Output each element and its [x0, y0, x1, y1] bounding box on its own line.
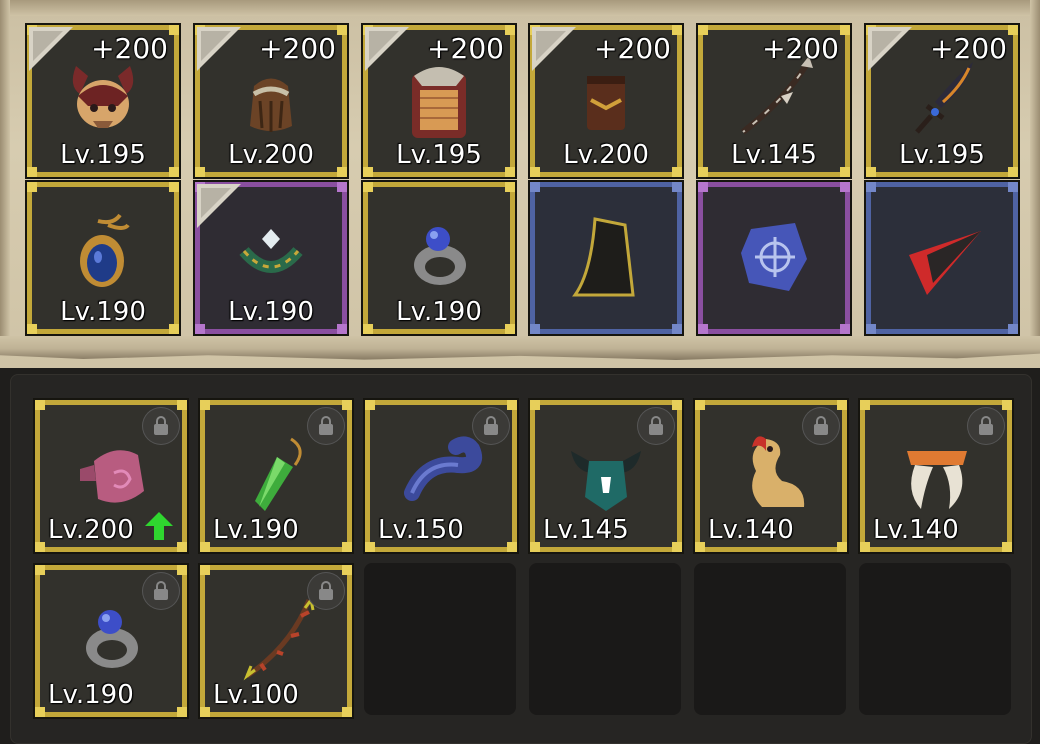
item-level: Lv.200	[563, 140, 649, 170]
equip-slot-ring[interactable]: Lv.190	[361, 180, 517, 336]
lock-icon[interactable]	[472, 407, 510, 445]
lock-icon[interactable]	[967, 407, 1005, 445]
parchment-bottom-edge	[0, 336, 1040, 360]
empty-slot[interactable]	[529, 563, 681, 715]
arrowhead-icon	[897, 203, 987, 299]
equip-slot-necklace[interactable]: Lv.190	[193, 180, 349, 336]
empty-slot[interactable]	[694, 563, 846, 715]
equip-slot-chest[interactable]: +200 Lv.195	[361, 23, 517, 179]
equip-slot-amulet[interactable]: Lv.190	[25, 180, 181, 336]
horn-icon	[396, 421, 486, 517]
equip-slot-arrowhead[interactable]	[864, 180, 1020, 336]
inventory-item[interactable]: Lv.190	[33, 563, 189, 719]
lock-icon[interactable]	[802, 407, 840, 445]
inventory-item[interactable]: Lv.145	[528, 398, 684, 554]
enhance-bonus: +200	[930, 32, 1007, 65]
item-level: Lv.100	[213, 680, 299, 710]
item-level: Lv.190	[396, 297, 482, 327]
inventory-item[interactable]: Lv.140	[858, 398, 1014, 554]
lock-icon[interactable]	[637, 407, 675, 445]
enhance-bonus: +200	[259, 32, 336, 65]
rune-stone-icon	[729, 203, 819, 299]
item-level: Lv.145	[731, 140, 817, 170]
pendulum-icon	[231, 421, 321, 517]
equip-slot-legs[interactable]: +200 Lv.200	[528, 23, 684, 179]
inventory-item[interactable]: Lv.150	[363, 398, 519, 554]
item-level: Lv.195	[60, 140, 146, 170]
item-level: Lv.195	[396, 140, 482, 170]
lock-icon[interactable]	[142, 572, 180, 610]
inventory-item[interactable]: Lv.140	[693, 398, 849, 554]
item-level: Lv.140	[873, 515, 959, 545]
thorn-bow-icon	[231, 586, 321, 682]
dragon-icon	[726, 421, 816, 517]
item-level: Lv.190	[48, 680, 134, 710]
equip-slot-bow[interactable]: +200 Lv.145	[696, 23, 852, 179]
item-level: Lv.140	[708, 515, 794, 545]
equip-slot-dagger[interactable]: +200 Lv.195	[864, 23, 1020, 179]
horned-mask-icon	[561, 421, 651, 517]
cape-icon	[561, 203, 651, 299]
item-level: Lv.195	[899, 140, 985, 170]
amulet-icon	[58, 203, 148, 299]
parchment-top-edge	[0, 0, 1040, 16]
parchment-left-edge	[0, 0, 10, 340]
item-level: Lv.150	[378, 515, 464, 545]
parchment-right-edge	[1030, 0, 1040, 340]
lock-icon[interactable]	[307, 572, 345, 610]
item-level: Lv.145	[543, 515, 629, 545]
empty-slot[interactable]	[859, 563, 1011, 715]
lock-icon[interactable]	[142, 407, 180, 445]
enhance-bonus: +200	[427, 32, 504, 65]
equip-slot-rune[interactable]	[696, 180, 852, 336]
item-level: Lv.200	[228, 140, 314, 170]
inventory-item[interactable]: Lv.200	[33, 398, 189, 554]
empty-slot[interactable]	[364, 563, 516, 715]
item-level: Lv.190	[213, 515, 299, 545]
lock-icon[interactable]	[307, 407, 345, 445]
enhance-bonus: +200	[762, 32, 839, 65]
enhance-bonus: +200	[91, 32, 168, 65]
gauntlet-icon	[66, 421, 156, 517]
ring-icon	[394, 203, 484, 299]
enhance-bonus: +200	[594, 32, 671, 65]
equip-slot-bracer[interactable]: +200 Lv.200	[193, 23, 349, 179]
equip-slot-cape[interactable]	[528, 180, 684, 336]
necklace-icon	[226, 203, 316, 299]
item-level: Lv.190	[228, 297, 314, 327]
inventory-item[interactable]: Lv.100	[198, 563, 354, 719]
upgrade-arrow-icon	[144, 511, 174, 541]
equip-slot-helmet[interactable]: +200 Lv.195	[25, 23, 181, 179]
claws-icon	[891, 421, 981, 517]
ring-icon	[66, 586, 156, 682]
inventory-item[interactable]: Lv.190	[198, 398, 354, 554]
item-level: Lv.190	[60, 297, 146, 327]
